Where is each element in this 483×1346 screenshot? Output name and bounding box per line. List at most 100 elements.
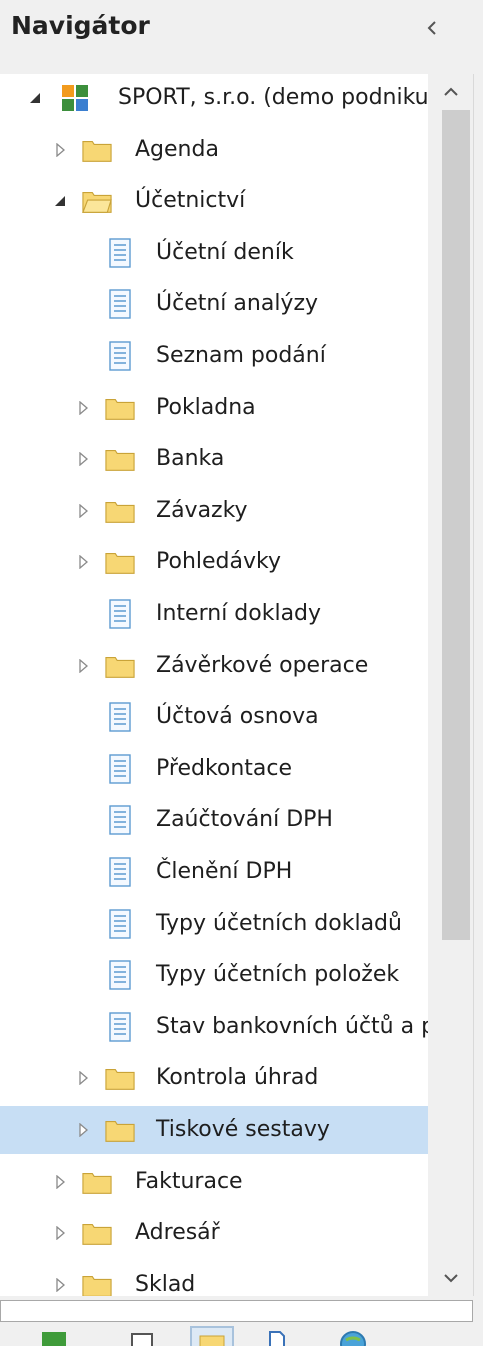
tree-item-label: Adresář (135, 1220, 220, 1246)
document-glyph (109, 599, 131, 629)
tree-item-label: Pokladna (156, 394, 256, 420)
triangle-right-icon (79, 658, 88, 673)
tree-item-label: Typy účetních položek (156, 962, 400, 988)
document-icon (105, 900, 135, 948)
collapsed-arrow-icon[interactable] (50, 1261, 70, 1296)
tree-item-uctova-osnova[interactable]: Účtová osnova (0, 693, 428, 741)
company-icon (60, 74, 90, 122)
tree-item-kontrola-uhrad[interactable]: Kontrola úhrad (0, 1054, 428, 1102)
collapsed-arrow-icon[interactable] (73, 1106, 93, 1154)
document-glyph (109, 908, 131, 939)
tree-item-tiskove-sestavy[interactable]: Tiskové sestavy (0, 1106, 428, 1154)
folder-view-icon[interactable] (190, 1326, 234, 1346)
collapsed-arrow-icon[interactable] (73, 487, 93, 535)
folder-glyph (82, 140, 112, 162)
tree-item-interni-doklady[interactable]: Interní doklady (0, 590, 428, 638)
folder-icon (105, 1106, 135, 1154)
tree-item-ucetni-analyzy[interactable]: Účetní analýzy (0, 280, 428, 328)
tree-item-label: Účetní deník (156, 239, 294, 265)
globe-icon[interactable] (338, 1326, 368, 1346)
window-icon[interactable] (128, 1326, 156, 1346)
tree-item-label: Zaúčtování DPH (156, 807, 333, 833)
folder-glyph (105, 398, 135, 420)
tree-item-label: Agenda (135, 136, 219, 162)
folder-icon (105, 1054, 135, 1102)
tree-item-sport-s-r-o-demo-podniku[interactable]: SPORT, s.r.o. (demo podniku) (0, 74, 428, 122)
tree-item-typy-ucetnich-dokladu[interactable]: Typy účetních dokladů (0, 900, 428, 948)
document-edit-icon[interactable] (262, 1326, 290, 1346)
collapsed-arrow-icon[interactable] (50, 1209, 70, 1257)
tree-item-seznam-podani[interactable]: Seznam podání (0, 332, 428, 380)
horizontal-scrollbar[interactable] (0, 1300, 473, 1322)
tree-item-banka[interactable]: Banka (0, 435, 428, 483)
tree-item-fakturace[interactable]: Fakturace (0, 1158, 428, 1206)
collapsed-arrow-icon[interactable] (73, 435, 93, 483)
tree-item-label: Závazky (156, 497, 248, 523)
document-icon (105, 745, 135, 793)
collapsed-arrow-icon[interactable] (73, 384, 93, 432)
tree-item-label: SPORT, s.r.o. (demo podniku) (118, 85, 428, 110)
document-glyph (109, 857, 131, 887)
folder-icon (82, 1261, 112, 1296)
navigator-header: Navigátor (0, 0, 483, 56)
expanded-arrow-icon[interactable] (50, 177, 70, 225)
tree-item-label: Sklad (135, 1271, 196, 1296)
tree-item-predkontace[interactable]: Předkontace (0, 745, 428, 793)
tree-item-label: Fakturace (135, 1168, 243, 1194)
document-glyph (109, 805, 131, 836)
triangle-right-icon (56, 1226, 65, 1241)
navigator-title: Navigátor (11, 11, 150, 40)
navigator-tree[interactable]: SPORT, s.r.o. (demo podniku) Agenda Účetni… (0, 74, 474, 1296)
folder-glyph (105, 1121, 135, 1142)
tree-item-label: Kontrola úhrad (156, 1065, 319, 1091)
triangle-right-icon (79, 452, 88, 467)
spreadsheet-icon[interactable] (40, 1326, 68, 1346)
folder-glyph (105, 553, 135, 575)
expanded-arrow-icon[interactable] (25, 74, 45, 122)
triangle-right-icon (79, 1123, 88, 1137)
triangle-right-icon (79, 400, 88, 415)
document-glyph (109, 960, 131, 990)
folder-icon (82, 1209, 112, 1257)
tree-item-zavazky[interactable]: Závazky (0, 487, 428, 535)
tree-item-sklad[interactable]: Sklad (0, 1261, 428, 1296)
folder-open-glyph (82, 192, 112, 213)
collapsed-arrow-icon[interactable] (50, 1158, 70, 1206)
document-glyph (109, 754, 131, 784)
tree-item-pohledavky[interactable]: Pohledávky (0, 538, 428, 586)
folder-glyph (82, 1172, 112, 1194)
scroll-down-button[interactable] (428, 1260, 473, 1296)
tree-item-ucetni-denik[interactable]: Účetní deník (0, 229, 428, 277)
folder-icon (105, 435, 135, 483)
scroll-up-button[interactable] (428, 74, 473, 110)
document-glyph (109, 289, 131, 320)
triangle-right-icon (56, 142, 65, 157)
scroll-thumb[interactable] (442, 110, 470, 940)
tree-item-zaverkove-operace[interactable]: Závěrkové operace (0, 642, 428, 690)
triangle-right-icon (56, 1277, 65, 1292)
triangle-right-icon (79, 503, 88, 518)
tree-item-cleneni-dph[interactable]: Členění DPH (0, 848, 428, 896)
triangle-right-icon (79, 555, 88, 570)
triangle-down-icon (55, 196, 65, 207)
collapse-panel-button[interactable] (418, 10, 446, 46)
tree-item-typy-ucetnich-polozek[interactable]: Typy účetních položek (0, 951, 428, 999)
tree-item-label: Banka (156, 446, 225, 472)
tree-item-agenda[interactable]: Agenda (0, 126, 428, 174)
tree-item-ucetnictvi[interactable]: Účetnictví (0, 177, 428, 225)
collapsed-arrow-icon[interactable] (73, 538, 93, 586)
collapsed-arrow-icon[interactable] (73, 1054, 93, 1102)
tree-item-zauctovani-dph[interactable]: Zaúčtování DPH (0, 796, 428, 844)
triangle-right-icon (79, 1071, 88, 1086)
tree-item-adresar[interactable]: Adresář (0, 1209, 428, 1257)
tree-item-label: Předkontace (156, 755, 293, 781)
tree-item-stav-bankovnich-uctu-a-pokladen[interactable]: Stav bankovních účtů a pokladen (0, 1003, 428, 1051)
collapsed-arrow-icon[interactable] (50, 126, 70, 174)
tree-item-pokladna[interactable]: Pokladna (0, 384, 428, 432)
collapsed-arrow-icon[interactable] (73, 642, 93, 690)
document-glyph (109, 238, 131, 268)
document-icon (105, 951, 135, 999)
chevron-down-icon (443, 1274, 458, 1283)
vertical-scrollbar[interactable] (428, 74, 473, 1296)
triangle-right-icon (56, 1174, 65, 1189)
